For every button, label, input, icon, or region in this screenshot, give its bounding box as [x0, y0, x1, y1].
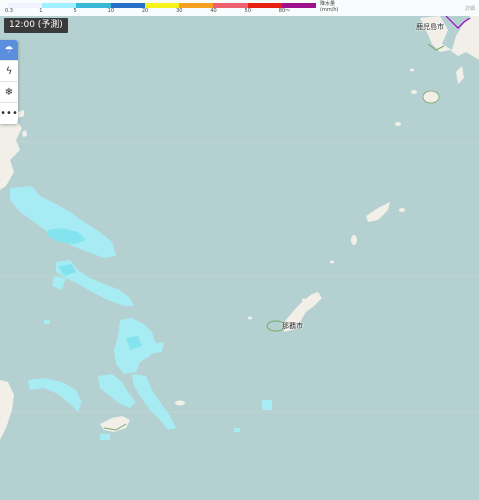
time-badge[interactable]: 12:00 (予測) — [4, 18, 68, 33]
lightning-icon[interactable]: ϟ — [0, 61, 18, 82]
legend-swatch — [8, 3, 43, 8]
legend-swatch — [110, 3, 145, 8]
legend-tick-label: 30 — [176, 8, 183, 14]
corner-label[interactable]: 詳細 — [465, 5, 475, 12]
precipitation-legend: 0.3 1 5 10 20 30 40 50 80〜 降水量 (mm/h) — [0, 0, 479, 16]
legend-swatch — [76, 3, 111, 8]
map-canvas[interactable] — [0, 0, 479, 500]
legend-tick-label: 80〜 — [278, 8, 291, 14]
legend-tick-label: 10 — [107, 8, 115, 14]
legend-swatch — [213, 3, 248, 8]
rain-cloud-icon[interactable]: ☂ — [0, 40, 18, 61]
legend-tick-label: 50 — [244, 8, 251, 14]
snow-icon[interactable]: ❄ — [0, 82, 18, 103]
legend-unit: 降水量 (mm/h) — [320, 1, 339, 13]
legend-tick-label: 1 — [39, 8, 43, 14]
legend-tick-label: 40 — [210, 8, 217, 14]
layer-toolbar: ☂ ϟ ❄ ••• — [0, 40, 18, 124]
legend-tick-label: 20 — [141, 8, 149, 14]
legend-swatch — [247, 3, 282, 8]
more-icon[interactable]: ••• — [0, 103, 18, 124]
legend-tick-label: 0.3 — [5, 8, 13, 14]
city-label-naha: 那覇市 — [282, 322, 303, 330]
legend-swatch — [179, 3, 214, 8]
legend-color-bar — [8, 3, 316, 8]
legend-tick-label: 5 — [73, 8, 77, 14]
legend-swatch — [144, 3, 180, 8]
legend-swatch — [42, 3, 77, 8]
city-label-kagoshima: 鹿児島市 — [416, 23, 444, 31]
